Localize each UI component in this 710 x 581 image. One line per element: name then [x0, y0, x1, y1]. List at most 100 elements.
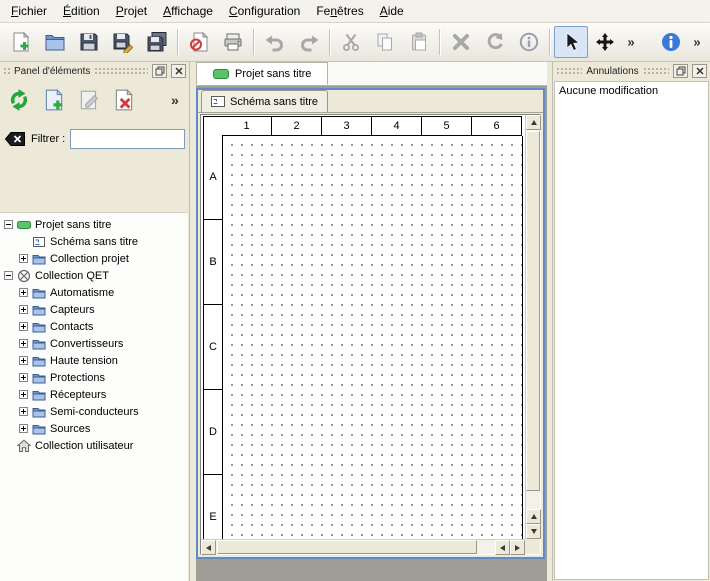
reload-collections-button[interactable] [3, 84, 35, 116]
tab-project[interactable]: Projet sans titre [196, 62, 328, 85]
tree-item-collection-projet[interactable]: Collection projet [0, 250, 188, 267]
edit-element-icon [77, 88, 101, 112]
menu-aide[interactable]: Aide [372, 0, 412, 22]
scroll-left-button[interactable] [201, 540, 216, 555]
dock-grip[interactable] [556, 67, 582, 76]
tree-item-label: Protections [50, 372, 105, 384]
grid-dots[interactable] [223, 136, 523, 539]
vertical-scroll-thumb[interactable] [526, 131, 540, 491]
arrow-up-icon [531, 120, 537, 125]
row-header-C: C [203, 305, 223, 390]
vertical-scrollbar[interactable] [525, 115, 540, 539]
close-icon [174, 66, 184, 76]
tree-item-protections[interactable]: Protections [0, 369, 188, 386]
tree-item-haute-tension[interactable]: Haute tension [0, 352, 188, 369]
project-tab-label: Projet sans titre [235, 68, 311, 80]
elements-panel-titlebar: Panel d'éléments [0, 62, 189, 80]
help-overflow-button[interactable]: » [688, 26, 706, 58]
save-project-button[interactable] [72, 26, 106, 58]
scroll-right-button[interactable] [510, 540, 525, 555]
tree-item-schema-sans-titre[interactable]: Schéma sans titre [0, 233, 188, 250]
diagram-canvas[interactable]: 123456 ABCDE [201, 115, 525, 539]
toolbar-overflow-button[interactable]: » [622, 26, 640, 58]
tree-item-capteurs[interactable]: Capteurs [0, 301, 188, 318]
header-corner [203, 116, 223, 136]
diagram-tab-label: Schéma sans titre [230, 96, 318, 108]
clear-filter-button[interactable] [4, 131, 26, 147]
save-all-button[interactable] [140, 26, 174, 58]
scroll-up-button-alt[interactable] [526, 509, 541, 524]
dock-grip[interactable] [94, 67, 148, 76]
tree-item-convertisseurs[interactable]: Convertisseurs [0, 335, 188, 352]
delete-button[interactable] [444, 26, 478, 58]
expand-icon[interactable] [19, 390, 28, 399]
menu-affichage[interactable]: Affichage [155, 0, 221, 22]
close-panel-button[interactable] [171, 64, 186, 78]
menu-fichier[interactable]: Fichier [3, 0, 55, 22]
tree-item-automatisme[interactable]: Automatisme [0, 284, 188, 301]
toolbar-separator [177, 29, 179, 55]
dock-grip[interactable] [643, 67, 669, 76]
new-element-button[interactable] [38, 84, 70, 116]
cut-button[interactable] [334, 26, 368, 58]
expand-icon[interactable] [19, 322, 28, 331]
float-undo-button[interactable] [673, 64, 688, 78]
qet-logo-icon [17, 269, 31, 283]
new-project-button[interactable] [4, 26, 38, 58]
scroll-mode-button[interactable] [588, 26, 622, 58]
panel-overflow-button[interactable]: » [166, 84, 184, 116]
delete-element-button[interactable] [108, 84, 140, 116]
tree-item-projet-sans-titre[interactable]: Projet sans titre [0, 216, 188, 233]
elements-panel-toolbar: » [0, 80, 189, 120]
arrow-left-icon [500, 545, 505, 551]
copy-button[interactable] [368, 26, 402, 58]
close-undo-button[interactable] [692, 64, 707, 78]
redo-button[interactable] [292, 26, 326, 58]
collapse-icon[interactable] [4, 220, 13, 229]
print-button[interactable] [216, 26, 250, 58]
save-project-as-button[interactable] [106, 26, 140, 58]
expand-icon[interactable] [19, 407, 28, 416]
tree-item-semi-conducteurs[interactable]: Semi-conducteurs [0, 403, 188, 420]
undo-button[interactable] [258, 26, 292, 58]
expand-icon[interactable] [19, 288, 28, 297]
tree-item-recepteurs[interactable]: Récepteurs [0, 386, 188, 403]
menu-configuration[interactable]: Configuration [221, 0, 308, 22]
close-project-button[interactable] [182, 26, 216, 58]
expand-icon[interactable] [19, 339, 28, 348]
project-icon [17, 218, 31, 232]
filter-input[interactable] [70, 129, 185, 149]
about-button[interactable] [654, 26, 688, 58]
edit-element-button[interactable] [73, 84, 105, 116]
tree-item-collection-utilisateur[interactable]: Collection utilisateur [0, 437, 188, 454]
expand-icon[interactable] [19, 305, 28, 314]
tab-diagram[interactable]: Schéma sans titre [201, 90, 328, 112]
select-mode-button[interactable] [554, 26, 588, 58]
horizontal-scrollbar[interactable] [201, 539, 525, 554]
rotate-button[interactable] [478, 26, 512, 58]
expand-icon[interactable] [19, 424, 28, 433]
svg-text:»: » [171, 93, 179, 109]
expand-icon[interactable] [19, 373, 28, 382]
scroll-up-button[interactable] [526, 115, 541, 130]
tree-item-sources[interactable]: Sources [0, 420, 188, 437]
dock-grip[interactable] [3, 67, 10, 76]
menu-projet[interactable]: Projet [108, 0, 155, 22]
expand-icon[interactable] [19, 356, 28, 365]
undo-list[interactable]: Aucune modification [554, 81, 709, 580]
float-panel-button[interactable] [152, 64, 167, 78]
tree-item-contacts[interactable]: Contacts [0, 318, 188, 335]
scroll-left-button-alt[interactable] [495, 540, 510, 555]
collapse-icon[interactable] [4, 271, 13, 280]
horizontal-scroll-thumb[interactable] [217, 540, 477, 554]
paste-button[interactable] [402, 26, 436, 58]
tree-item-collection-qet[interactable]: Collection QET [0, 267, 188, 284]
menu-edition[interactable]: Édition [55, 0, 108, 22]
cut-icon [340, 31, 362, 53]
element-info-button[interactable] [512, 26, 546, 58]
chevron-double-right-icon: » [620, 31, 642, 53]
scroll-down-button[interactable] [526, 524, 541, 539]
open-project-button[interactable] [38, 26, 72, 58]
expand-icon[interactable] [19, 254, 28, 263]
menu-fenetres[interactable]: Fenêtres [308, 0, 371, 22]
